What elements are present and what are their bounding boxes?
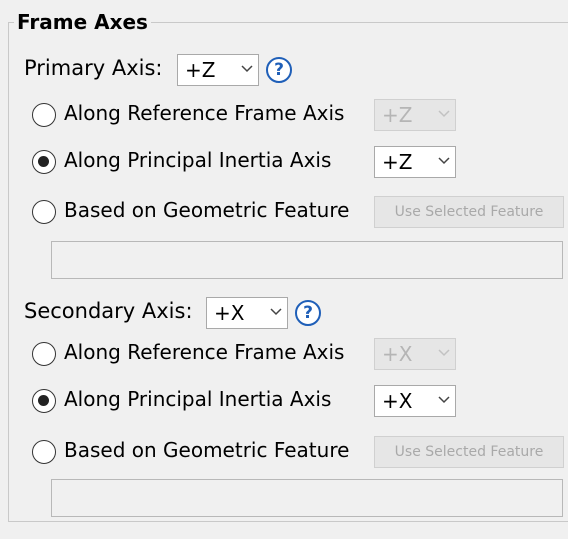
secondary-reference-frame-radio[interactable] xyxy=(32,342,56,366)
secondary-reference-frame-label: Along Reference Frame Axis xyxy=(64,340,345,364)
primary-reference-frame-combo-value: +Z xyxy=(382,103,413,127)
secondary-axis-combo-value: +X xyxy=(214,301,245,325)
frame-axes-title: Frame Axes xyxy=(14,10,151,34)
chevron-down-icon xyxy=(270,308,282,318)
secondary-geometric-feature-label: Based on Geometric Feature xyxy=(64,438,350,462)
primary-axis-combo[interactable]: +Z xyxy=(177,54,259,86)
primary-geometric-feature-label: Based on Geometric Feature xyxy=(64,198,350,222)
chevron-down-icon xyxy=(241,65,253,75)
chevron-down-icon xyxy=(438,349,450,359)
secondary-geometric-feature-radio[interactable] xyxy=(32,440,56,464)
secondary-axis-label: Secondary Axis: xyxy=(24,299,193,323)
primary-reference-frame-combo: +Z xyxy=(374,99,456,131)
primary-geometric-feature-radio[interactable] xyxy=(32,200,56,224)
chevron-down-icon xyxy=(438,157,450,167)
chevron-down-icon xyxy=(438,396,450,406)
primary-axis-help-icon[interactable]: ? xyxy=(266,57,292,83)
primary-use-selected-feature-button: Use Selected Feature xyxy=(374,196,564,228)
secondary-reference-frame-combo-value: +X xyxy=(382,342,413,366)
secondary-reference-frame-combo: +X xyxy=(374,338,456,370)
secondary-principal-inertia-combo-value: +X xyxy=(382,389,413,413)
secondary-axis-combo[interactable]: +X xyxy=(206,297,288,329)
secondary-axis-help-icon[interactable]: ? xyxy=(295,300,321,326)
secondary-feature-field xyxy=(51,479,563,517)
chevron-down-icon xyxy=(438,110,450,120)
secondary-principal-inertia-label: Along Principal Inertia Axis xyxy=(64,387,332,411)
primary-axis-label: Primary Axis: xyxy=(24,56,163,80)
primary-reference-frame-radio[interactable] xyxy=(32,103,56,127)
primary-axis-combo-value: +Z xyxy=(185,58,216,82)
secondary-principal-inertia-radio[interactable] xyxy=(32,389,56,413)
primary-principal-inertia-radio[interactable] xyxy=(32,150,56,174)
primary-principal-inertia-label: Along Principal Inertia Axis xyxy=(64,148,332,172)
secondary-use-selected-feature-button: Use Selected Feature xyxy=(374,436,564,468)
primary-reference-frame-label: Along Reference Frame Axis xyxy=(64,101,345,125)
primary-feature-field xyxy=(51,241,563,279)
secondary-principal-inertia-combo[interactable]: +X xyxy=(374,385,456,417)
primary-principal-inertia-combo-value: +Z xyxy=(382,150,413,174)
primary-principal-inertia-combo[interactable]: +Z xyxy=(374,146,456,178)
